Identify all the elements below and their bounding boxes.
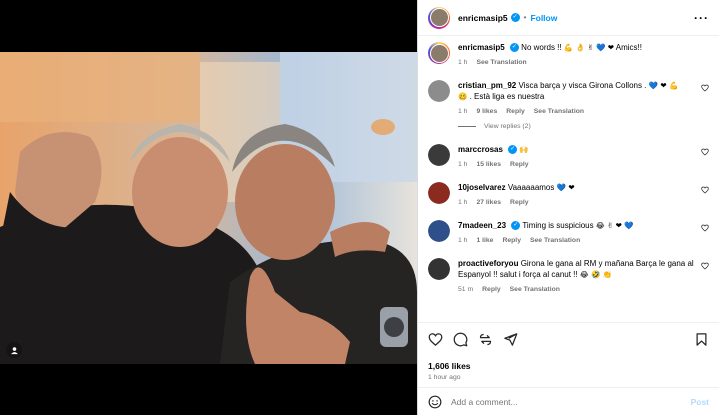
view-replies-button[interactable]: View replies (2): [458, 123, 709, 130]
comment-emojis: 💙 ❤: [556, 183, 575, 192]
post-sidebar: enricmasip5 ✓ • Follow ··· enricmasip5 ✓…: [417, 0, 719, 415]
author-avatar[interactable]: [428, 42, 450, 64]
heart-icon[interactable]: [701, 262, 709, 270]
comment-input[interactable]: [451, 396, 691, 407]
comment-likes[interactable]: 9 likes: [476, 106, 497, 117]
caption-time[interactable]: 1 h: [458, 57, 467, 68]
commenter-avatar[interactable]: [428, 220, 450, 242]
comment-composer: Post: [418, 387, 719, 415]
comment-likes[interactable]: 15 likes: [476, 159, 501, 170]
comment-item: marccrosas ✓ 🙌 1 h 15 likes Reply: [428, 144, 709, 170]
comment-item: cristian_pm_92 Visca barça y visca Giron…: [428, 80, 709, 117]
caption: enricmasip5 ✓ No words !! 💪 👌 ✌ 💙 ❤ Amic…: [428, 42, 709, 68]
comment-emoji: 🥴: [458, 92, 468, 101]
commenter-username[interactable]: 10joselvarez: [458, 183, 506, 192]
author-avatar[interactable]: [428, 6, 450, 29]
post-photo[interactable]: [0, 52, 417, 364]
reply-button[interactable]: Reply: [510, 197, 529, 208]
likes-count[interactable]: 1,606 likes: [428, 361, 709, 371]
post-time[interactable]: 1 hour ago: [428, 374, 709, 381]
reply-button[interactable]: Reply: [506, 106, 525, 117]
comment-item: proactiveforyou Girona le gana al RM y m…: [428, 258, 709, 295]
comment-emojis: 😂 ✌ ❤ 💙: [595, 221, 634, 230]
comment-time[interactable]: 51 m: [458, 284, 473, 295]
smiley-icon[interactable]: [428, 395, 442, 409]
commenter-avatar[interactable]: [428, 258, 450, 280]
see-translation-link[interactable]: See Translation: [510, 284, 560, 295]
author-username[interactable]: enricmasip5: [458, 13, 508, 23]
commenter-username[interactable]: 7madeen_23: [458, 221, 506, 230]
commenter-username[interactable]: marccrosas: [458, 145, 503, 154]
reply-button[interactable]: Reply: [502, 235, 521, 246]
see-translation-link[interactable]: See Translation: [534, 106, 584, 117]
commenter-username[interactable]: cristian_pm_92: [458, 81, 516, 90]
comment-likes[interactable]: 27 likes: [476, 197, 501, 208]
caption-suffix: Amics!!: [615, 43, 643, 52]
comment-text: Visca barça y visca Girona Collons .: [518, 81, 647, 90]
post-media: [0, 0, 417, 415]
post-button[interactable]: Post: [691, 397, 709, 407]
commenter-avatar[interactable]: [428, 144, 450, 166]
view-replies-label[interactable]: View replies (2): [484, 123, 531, 130]
comment-emojis: 🙌: [519, 145, 529, 154]
comment-time[interactable]: 1 h: [458, 106, 467, 117]
comment-text: Vaaaaaamos: [507, 183, 555, 192]
comment-time[interactable]: 1 h: [458, 197, 467, 208]
photo-image: [0, 52, 417, 364]
commenter-username[interactable]: proactiveforyou: [458, 259, 518, 268]
separator-dot: •: [523, 13, 527, 22]
user-tag-button[interactable]: [6, 342, 22, 358]
see-translation-link[interactable]: See Translation: [476, 57, 526, 68]
commenter-avatar[interactable]: [428, 80, 450, 102]
comment-emojis: 💙 ❤ 💪: [648, 81, 679, 90]
caption-emojis: 💪 👌 ✌ 💙 ❤: [563, 43, 614, 52]
comment-emojis: 😂 🤣 👏: [579, 270, 613, 279]
caption-text: No words !!: [521, 43, 562, 52]
heart-icon[interactable]: [701, 186, 709, 194]
follow-button[interactable]: Follow: [530, 13, 557, 23]
verified-badge-icon: ✓: [510, 13, 520, 22]
heart-icon[interactable]: [701, 148, 709, 156]
comments-list[interactable]: enricmasip5 ✓ No words !! 💪 👌 ✌ 💙 ❤ Amic…: [418, 36, 719, 320]
comment-likes[interactable]: 1 like: [476, 235, 493, 246]
comment-icon[interactable]: [453, 332, 468, 347]
heart-icon[interactable]: [701, 84, 709, 92]
see-translation-link[interactable]: See Translation: [530, 235, 580, 246]
send-icon[interactable]: [503, 332, 518, 347]
action-icons: [428, 331, 709, 347]
comment-item: 10joselvarez Vaaaaaamos 💙 ❤ 1 h 27 likes…: [428, 182, 709, 208]
verified-badge-icon: ✓: [508, 145, 518, 155]
heart-icon[interactable]: [701, 224, 709, 232]
more-icon[interactable]: ···: [694, 11, 709, 25]
post-header: enricmasip5 ✓ • Follow ···: [418, 0, 719, 36]
verified-badge-icon: ✓: [511, 221, 521, 231]
caption-username[interactable]: enricmasip5: [458, 43, 505, 52]
share-icon[interactable]: [478, 332, 493, 347]
comment-text: Timing is suspicious: [522, 221, 594, 230]
comment-text-cont: . Està liga es nuestra: [469, 92, 545, 101]
post-actions: 1,606 likes 1 hour ago: [418, 322, 719, 381]
commenter-avatar[interactable]: [428, 182, 450, 204]
reply-button[interactable]: Reply: [510, 159, 529, 170]
verified-badge-icon: ✓: [509, 43, 519, 53]
comment-time[interactable]: 1 h: [458, 235, 467, 246]
user-tag-icon: [10, 346, 18, 354]
comment-item: 7madeen_23 ✓ Timing is suspicious 😂 ✌ ❤ …: [428, 220, 709, 246]
heart-icon[interactable]: [428, 332, 443, 347]
bookmark-icon[interactable]: [694, 332, 709, 347]
comment-time[interactable]: 1 h: [458, 159, 467, 170]
reply-button[interactable]: Reply: [482, 284, 501, 295]
view-replies-line: [458, 126, 476, 127]
